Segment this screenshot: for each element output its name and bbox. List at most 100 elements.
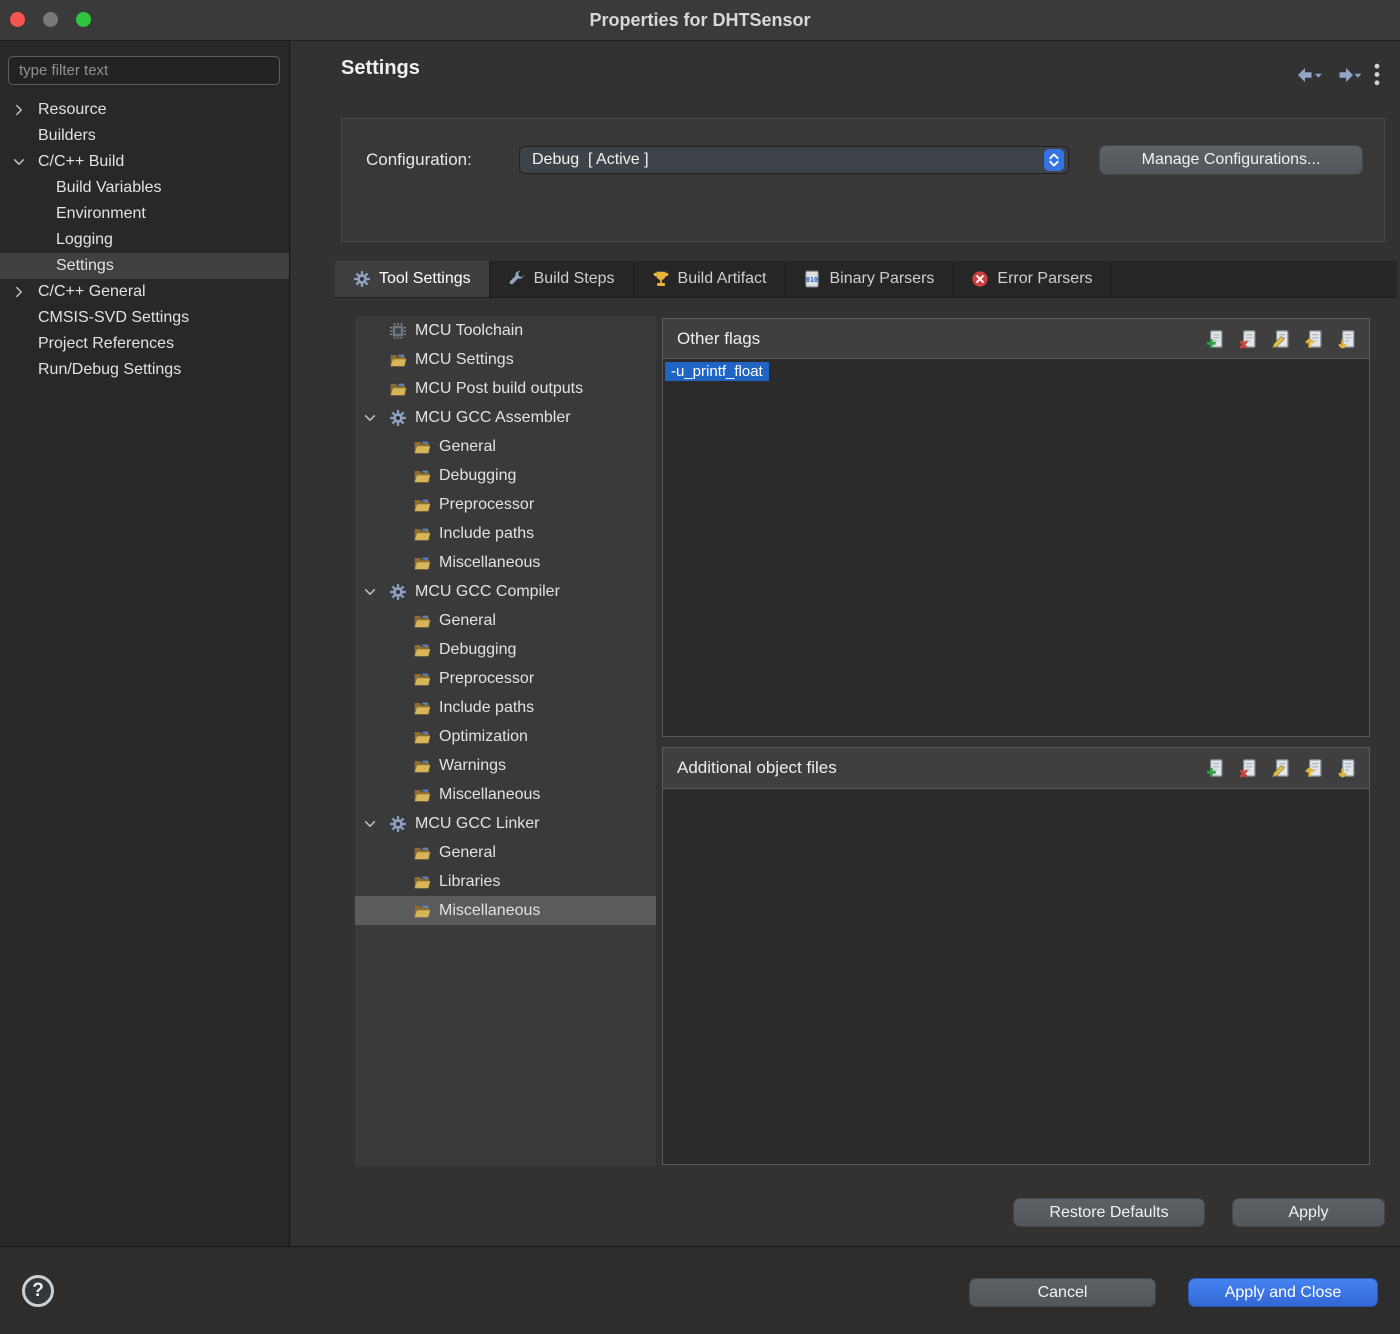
tool-tree-item-debugging[interactable]: Debugging <box>355 461 656 490</box>
sidebar-item-build-variables[interactable]: Build Variables <box>0 175 289 201</box>
tool-tree-item-mcu-toolchain[interactable]: MCU Toolchain <box>355 316 656 345</box>
tab-build-artifact[interactable]: Build Artifact <box>634 261 786 297</box>
sidebar-item-run-debug-settings[interactable]: Run/Debug Settings <box>0 357 289 383</box>
tool-tree-item-libraries[interactable]: Libraries <box>355 867 656 896</box>
configuration-group: Configuration: Debug [ Active ] Manage C… <box>341 118 1385 242</box>
svg-text:010: 010 <box>806 276 818 284</box>
back-icon[interactable] <box>1296 67 1323 83</box>
sidebar-item-label: Resource <box>38 101 107 118</box>
help-icon[interactable]: ? <box>22 1275 54 1307</box>
kebab-menu-icon[interactable] <box>1374 63 1380 86</box>
move-up-button[interactable] <box>1302 756 1326 780</box>
other-flags-list[interactable]: -u_printf_float <box>662 359 1370 737</box>
sidebar-item-environment[interactable]: Environment <box>0 201 289 227</box>
sidebar-item-label: Builders <box>38 127 96 144</box>
tool-tree-item-mcu-gcc-assembler[interactable]: MCU GCC Assembler <box>355 403 656 432</box>
delete-button[interactable] <box>1236 327 1260 351</box>
add-button[interactable] <box>1203 327 1227 351</box>
tool-tree-item-label: Debugging <box>439 640 517 658</box>
chip-icon <box>389 322 409 340</box>
apply-and-close-button[interactable]: Apply and Close <box>1188 1278 1378 1307</box>
page-nav <box>1296 63 1380 86</box>
sidebar-item-builders[interactable]: Builders <box>0 123 289 149</box>
folder-icon <box>413 496 433 514</box>
chevron-right-icon[interactable] <box>12 285 38 299</box>
tool-tree-item-label: Miscellaneous <box>439 553 541 571</box>
folder-icon <box>389 380 409 398</box>
chevron-down-icon[interactable] <box>363 585 389 599</box>
tool-tree-item-debugging[interactable]: Debugging <box>355 635 656 664</box>
sidebar-item-c-c-build[interactable]: C/C++ Build <box>0 149 289 175</box>
sidebar-item-project-references[interactable]: Project References <box>0 331 289 357</box>
tab-build-steps[interactable]: Build Steps <box>490 261 634 297</box>
move-down-button[interactable] <box>1335 756 1359 780</box>
chevron-down-icon[interactable] <box>363 817 389 831</box>
folder-icon <box>413 438 433 456</box>
sidebar-item-label: C/C++ Build <box>38 153 125 170</box>
edit-button[interactable] <box>1269 756 1293 780</box>
tool-tree-item-warnings[interactable]: Warnings <box>355 751 656 780</box>
chevron-down-icon[interactable] <box>363 411 389 425</box>
tool-tree-item-label: MCU GCC Linker <box>415 814 540 832</box>
settings-tabs: Tool Settings Build Steps Build Artifact 01… <box>335 261 1397 298</box>
manage-configurations-button[interactable]: Manage Configurations... <box>1099 145 1363 175</box>
minimize-window-button[interactable] <box>43 12 58 27</box>
tool-tree-item-mcu-settings[interactable]: MCU Settings <box>355 345 656 374</box>
sidebar-item-label: CMSIS-SVD Settings <box>38 309 190 326</box>
sidebar-item-label: Logging <box>56 231 113 248</box>
tool-tree-item-miscellaneous[interactable]: Miscellaneous <box>355 896 656 925</box>
list-item-u-printf-float[interactable]: -u_printf_float <box>665 362 769 381</box>
cancel-button[interactable]: Cancel <box>969 1278 1156 1307</box>
tool-tree-item-mcu-gcc-compiler[interactable]: MCU GCC Compiler <box>355 577 656 606</box>
tool-tree-item-general[interactable]: General <box>355 838 656 867</box>
filter-input[interactable] <box>8 56 280 85</box>
tool-tree-item-preprocessor[interactable]: Preprocessor <box>355 664 656 693</box>
add-button[interactable] <box>1203 756 1227 780</box>
forward-icon[interactable] <box>1335 67 1362 83</box>
configuration-select[interactable]: Debug [ Active ] <box>519 146 1069 174</box>
tool-tree-item-label: Optimization <box>439 727 528 745</box>
tool-tree-item-mcu-post-build-outputs[interactable]: MCU Post build outputs <box>355 374 656 403</box>
tool-tree-item-miscellaneous[interactable]: Miscellaneous <box>355 780 656 809</box>
sidebar-item-logging[interactable]: Logging <box>0 227 289 253</box>
tool-tree-item-mcu-gcc-linker[interactable]: MCU GCC Linker <box>355 809 656 838</box>
folder-icon <box>413 844 433 862</box>
sidebar-item-label: Project References <box>38 335 175 352</box>
move-up-button[interactable] <box>1302 327 1326 351</box>
tool-tree-item-include-paths[interactable]: Include paths <box>355 693 656 722</box>
delete-button[interactable] <box>1236 756 1260 780</box>
move-down-button[interactable] <box>1335 327 1359 351</box>
folder-icon <box>413 757 433 775</box>
tool-tree-item-general[interactable]: General <box>355 432 656 461</box>
window-title: Properties for DHTSensor <box>589 10 811 30</box>
traffic-lights <box>10 12 91 27</box>
tab-binary-parsers[interactable]: 010 Binary Parsers <box>785 261 954 297</box>
folder-icon <box>413 525 433 543</box>
tool-tree-item-miscellaneous[interactable]: Miscellaneous <box>355 548 656 577</box>
tool-tree-item-preprocessor[interactable]: Preprocessor <box>355 490 656 519</box>
tool-tree-item-optimization[interactable]: Optimization <box>355 722 656 751</box>
tool-tree-item-label: Debugging <box>439 466 517 484</box>
additional-object-files-list[interactable] <box>662 789 1370 1165</box>
tool-tree-item-label: Warnings <box>439 756 506 774</box>
properties-sidebar: Resource Builders C/C++ Build Build Variabl… <box>0 41 290 1246</box>
tool-tree-item-include-paths[interactable]: Include paths <box>355 519 656 548</box>
sidebar-item-cmsis-svd-settings[interactable]: CMSIS-SVD Settings <box>0 305 289 331</box>
zoom-window-button[interactable] <box>76 12 91 27</box>
sidebar-item-resource[interactable]: Resource <box>0 97 289 123</box>
configuration-selected-value: Debug [ Active ] <box>532 151 649 168</box>
tab-error-parsers[interactable]: Error Parsers <box>953 261 1112 297</box>
sidebar-item-label: Settings <box>56 257 114 274</box>
edit-button[interactable] <box>1269 327 1293 351</box>
tool-tree-item-general[interactable]: General <box>355 606 656 635</box>
sidebar-item-c-c-general[interactable]: C/C++ General <box>0 279 289 305</box>
chevron-right-icon[interactable] <box>12 103 38 117</box>
folder-icon <box>413 641 433 659</box>
apply-button[interactable]: Apply <box>1232 1198 1385 1227</box>
tab-label: Build Steps <box>533 270 615 287</box>
sidebar-item-settings[interactable]: Settings <box>0 253 289 279</box>
close-window-button[interactable] <box>10 12 25 27</box>
tab-tool-settings[interactable]: Tool Settings <box>335 261 490 297</box>
restore-defaults-button[interactable]: Restore Defaults <box>1013 1198 1205 1227</box>
chevron-down-icon[interactable] <box>12 155 38 169</box>
